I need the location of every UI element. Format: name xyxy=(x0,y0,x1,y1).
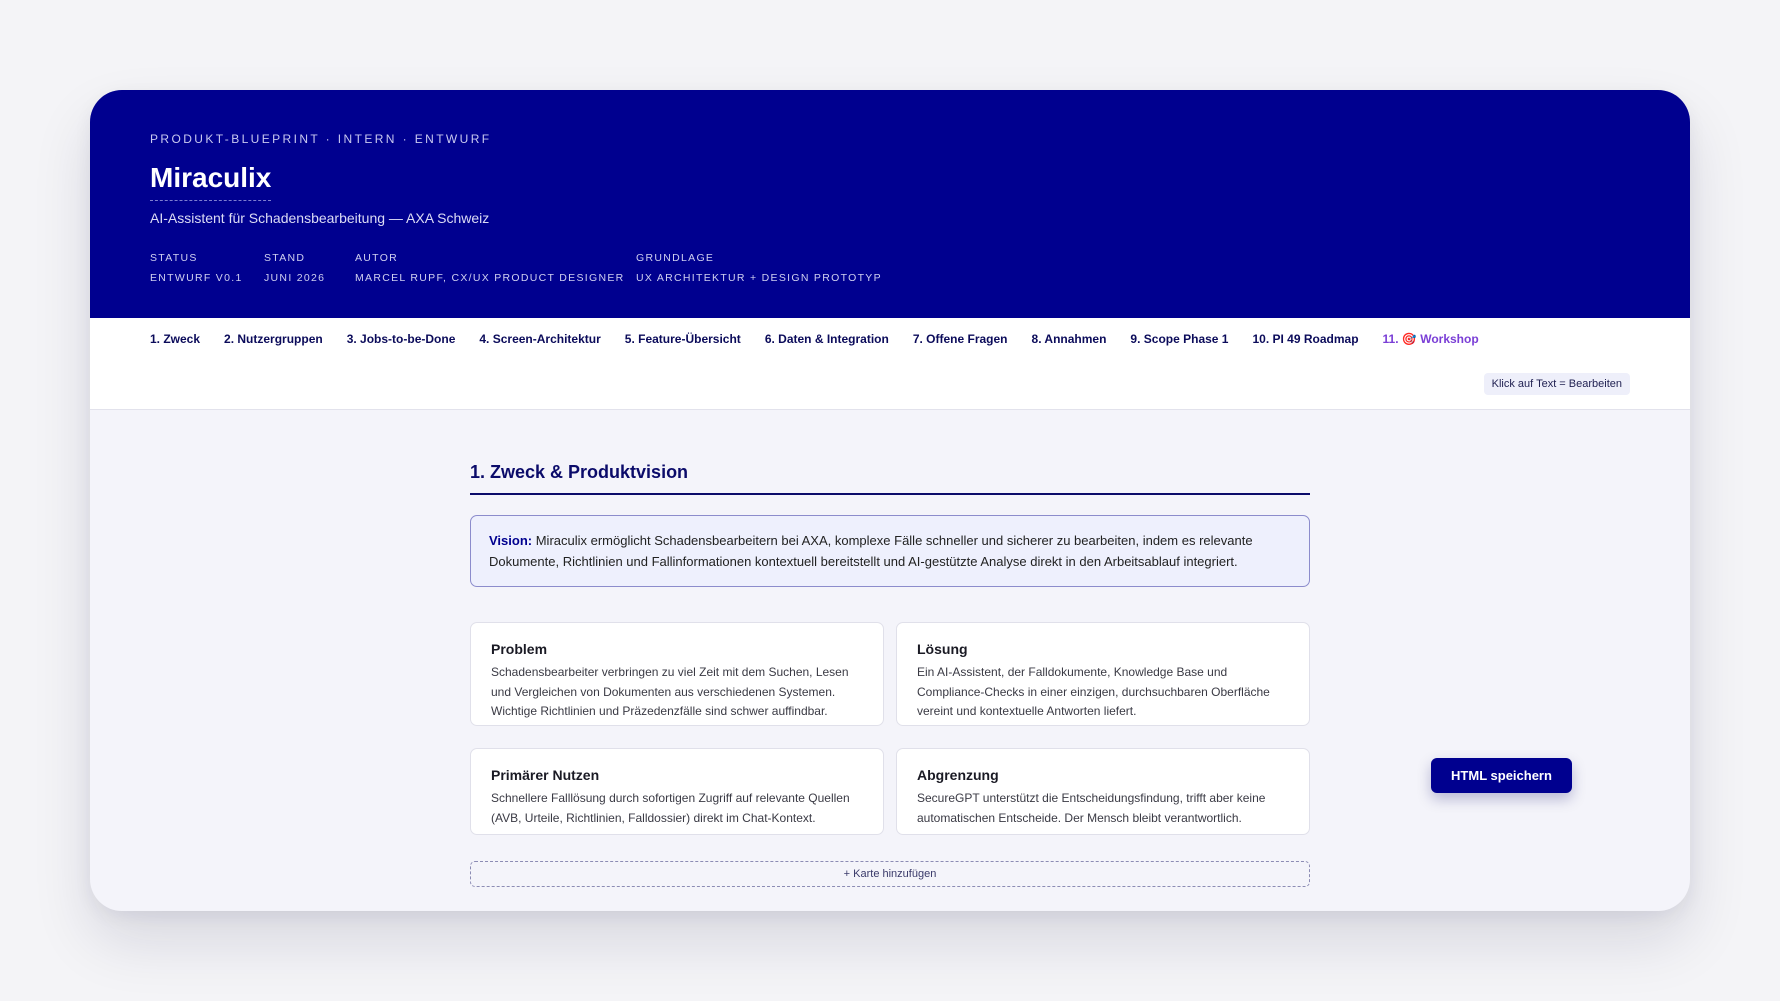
meta-label: GRUNDLAGE xyxy=(636,252,715,264)
nav-item-offene-fragen[interactable]: 7. Offene Fragen xyxy=(913,332,1008,346)
dart-icon: 🎯 xyxy=(1401,332,1417,346)
nav-item-annahmen[interactable]: 8. Annahmen xyxy=(1032,332,1107,346)
meta-stand: STAND JUNI 2026 xyxy=(264,252,325,284)
nav-item-workshop-number: 11. xyxy=(1382,332,1399,346)
nav-item-feature-uebersicht[interactable]: 5. Feature-Übersicht xyxy=(625,332,741,346)
edit-hint-badge: Klick auf Text = Bearbeiten xyxy=(1483,373,1630,395)
add-card-button[interactable]: + Karte hinzufügen xyxy=(470,861,1310,887)
save-html-button[interactable]: HTML speichern xyxy=(1431,758,1572,793)
card-text: Ein AI-Assistent, der Falldokumente, Kno… xyxy=(917,665,1270,718)
meta-value[interactable]: JUNI 2026 xyxy=(264,272,325,284)
nav-item-nutzergruppen[interactable]: 2. Nutzergruppen xyxy=(224,332,323,346)
page-subtitle[interactable]: AI-Assistent für Schadensbearbeitung — A… xyxy=(150,210,489,226)
hero-header: PRODUKT-BLUEPRINT · INTERN · ENTWURF Mir… xyxy=(90,90,1690,318)
meta-label: STATUS xyxy=(150,252,198,264)
meta-value[interactable]: MARCEL RUPF, CX/UX PRODUCT DESIGNER xyxy=(355,272,625,284)
meta-status: STATUS ENTWURF V0.1 xyxy=(150,252,243,284)
nav-item-pi-49-roadmap[interactable]: 10. PI 49 Roadmap xyxy=(1252,332,1358,346)
vision-callout[interactable]: Vision: Miraculix ermöglicht Schadensbea… xyxy=(470,515,1310,587)
meta-value[interactable]: ENTWURF V0.1 xyxy=(150,272,243,284)
nav-item-scope-phase-1[interactable]: 9. Scope Phase 1 xyxy=(1130,332,1228,346)
nav-item-zweck[interactable]: 1. Zweck xyxy=(150,332,200,346)
vision-label: Vision: xyxy=(489,533,533,548)
card-abgrenzung[interactable]: Abgrenzung SecureGPT unterstützt die Ent… xyxy=(896,748,1310,835)
nav-item-daten-integration[interactable]: 6. Daten & Integration xyxy=(765,332,889,346)
card-title: Lösung xyxy=(917,641,968,657)
section-title[interactable]: 1. Zweck & Produktvision xyxy=(470,462,1310,495)
card-text: SecureGPT unterstützt die Entscheidungsf… xyxy=(917,791,1266,825)
meta-autor: AUTOR MARCEL RUPF, CX/UX PRODUCT DESIGNE… xyxy=(355,252,625,284)
card-title: Problem xyxy=(491,641,548,657)
card-text: Schadensbearbeiter verbringen zu viel Ze… xyxy=(491,665,849,718)
card-title: Abgrenzung xyxy=(917,767,999,783)
nav-item-workshop[interactable]: 11. 🎯 Workshop xyxy=(1383,332,1479,346)
page-title[interactable]: Miraculix xyxy=(150,162,272,201)
nav-item-workshop-label: Workshop xyxy=(1420,332,1479,346)
card-title: Primärer Nutzen xyxy=(491,767,600,783)
meta-grundlage: GRUNDLAGE UX ARCHITEKTUR + DESIGN PROTOT… xyxy=(636,252,882,284)
nav-links: 1. Zweck 2. Nutzergruppen 3. Jobs-to-be-… xyxy=(150,332,1479,346)
meta-value[interactable]: UX ARCHITEKTUR + DESIGN PROTOTYP xyxy=(636,272,882,284)
eyebrow-label: PRODUKT-BLUEPRINT · INTERN · ENTWURF xyxy=(150,132,492,146)
card-primaerer-nutzen[interactable]: Primärer Nutzen Schnellere Falllösung du… xyxy=(470,748,884,835)
nav-item-jobs-to-be-done[interactable]: 3. Jobs-to-be-Done xyxy=(347,332,456,346)
meta-label: AUTOR xyxy=(355,252,399,264)
nav-item-screen-architektur[interactable]: 4. Screen-Architektur xyxy=(479,332,600,346)
card-loesung[interactable]: Lösung Ein AI-Assistent, der Falldokumen… xyxy=(896,622,1310,726)
vision-text: Miraculix ermöglicht Schadensbearbeitern… xyxy=(489,533,1253,569)
meta-label: STAND xyxy=(264,252,306,264)
card-problem[interactable]: Problem Schadensbearbeiter verbringen zu… xyxy=(470,622,884,726)
card-text: Schnellere Falllösung durch sofortigen Z… xyxy=(491,791,850,825)
section-nav: 1. Zweck 2. Nutzergruppen 3. Jobs-to-be-… xyxy=(90,318,1690,410)
